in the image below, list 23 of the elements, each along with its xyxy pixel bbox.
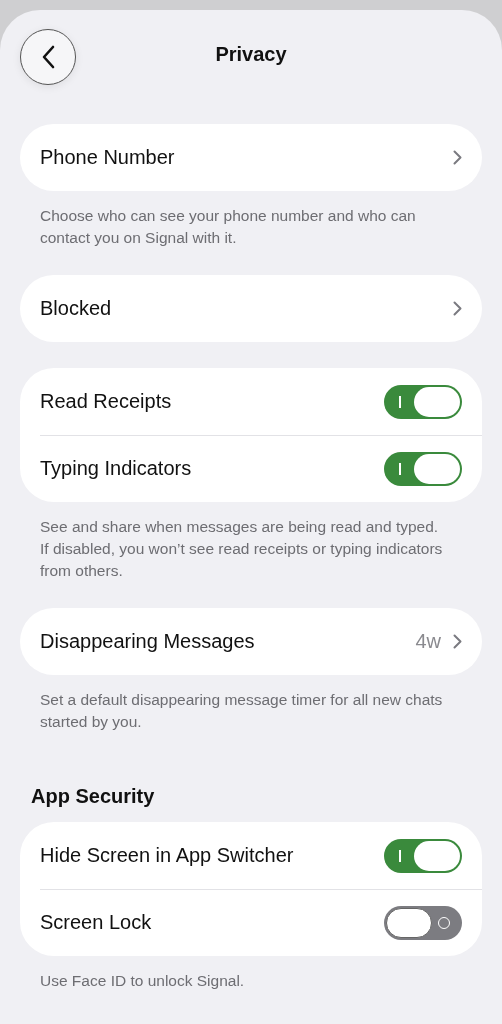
toggle-switch[interactable] [384, 838, 462, 873]
section-description: Choose who can see your phone number and who can contact you on Signal with it. [39, 206, 417, 248]
row-label: Screen Lock [40, 911, 153, 934]
toggle-switch[interactable] [384, 451, 462, 486]
row-label: Read Receipts [40, 390, 173, 413]
chevron-right-icon [453, 634, 462, 649]
back-button[interactable] [20, 29, 76, 85]
chevron-right-icon [453, 150, 462, 165]
chevron-right-icon [453, 301, 462, 316]
section-header: App Security [30, 785, 156, 808]
section-description: Use Face ID to unlock Signal. [39, 971, 246, 991]
page-title: Privacy [215, 42, 287, 66]
row-label[interactable]: Disappearing Messages [40, 630, 416, 653]
toggle-switch[interactable] [384, 905, 462, 940]
chevron-left-icon [41, 45, 55, 69]
row-label[interactable]: Blocked [40, 297, 453, 320]
section-description: Set a default disappearing message timer for all new chats started by you. [39, 690, 444, 732]
row-value: 4w [415, 630, 441, 653]
row-label: Hide Screen in App Switcher [40, 844, 295, 867]
row-label[interactable]: Phone Number [40, 146, 453, 169]
toggle-switch[interactable] [384, 384, 462, 419]
row-label: Typing Indicators [40, 457, 193, 480]
section-description: See and share when messages are being read and typed. If disabled, you won’t see read receipts or typing indicators from others. [39, 517, 444, 581]
